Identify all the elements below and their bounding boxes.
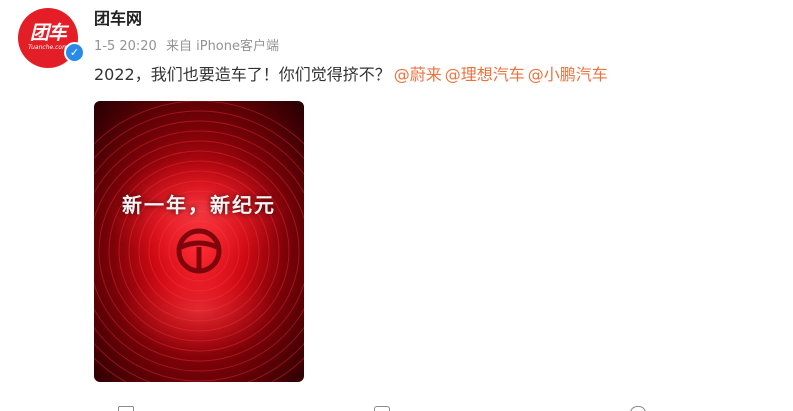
weibo-post: 团车 Tuanche.com ✓ 团车网 1-5 20:20 来自 iPhone… (0, 0, 793, 411)
post-timestamp[interactable]: 1-5 20:20 (94, 39, 157, 54)
post-meta: 1-5 20:20 来自 iPhone客户端 (94, 38, 284, 56)
comment-button[interactable] (374, 406, 390, 411)
image-caption: 新一年，新纪元 (122, 193, 276, 217)
like-button[interactable] (630, 406, 646, 411)
post-image[interactable]: 新一年，新纪元 (94, 101, 304, 382)
post-source: 来自 iPhone客户端 (165, 39, 279, 54)
comment-icon (374, 406, 390, 411)
verified-check-icon: ✓ (64, 42, 85, 63)
image-graphic (94, 101, 304, 382)
mention-link[interactable]: @蔚来 (394, 65, 442, 84)
author-name[interactable]: 团车网 (94, 9, 142, 29)
like-icon (630, 406, 646, 411)
repost-button[interactable] (118, 406, 134, 411)
post-body: 2022，我们也要造车了！你们觉得挤不？ (94, 65, 391, 84)
mention-link[interactable]: @理想汽车 (445, 65, 525, 84)
action-bar (0, 402, 793, 411)
avatar[interactable]: 团车 Tuanche.com ✓ (18, 8, 85, 68)
avatar-logo-text: 团车 (29, 21, 67, 44)
mention-link[interactable]: @小鹏汽车 (528, 65, 608, 84)
avatar-sub-text: Tuanche.com (28, 43, 68, 51)
repost-icon (118, 406, 134, 411)
post-text: 2022，我们也要造车了！你们觉得挤不？ @蔚来 @理想汽车 @小鹏汽车 (94, 64, 608, 86)
